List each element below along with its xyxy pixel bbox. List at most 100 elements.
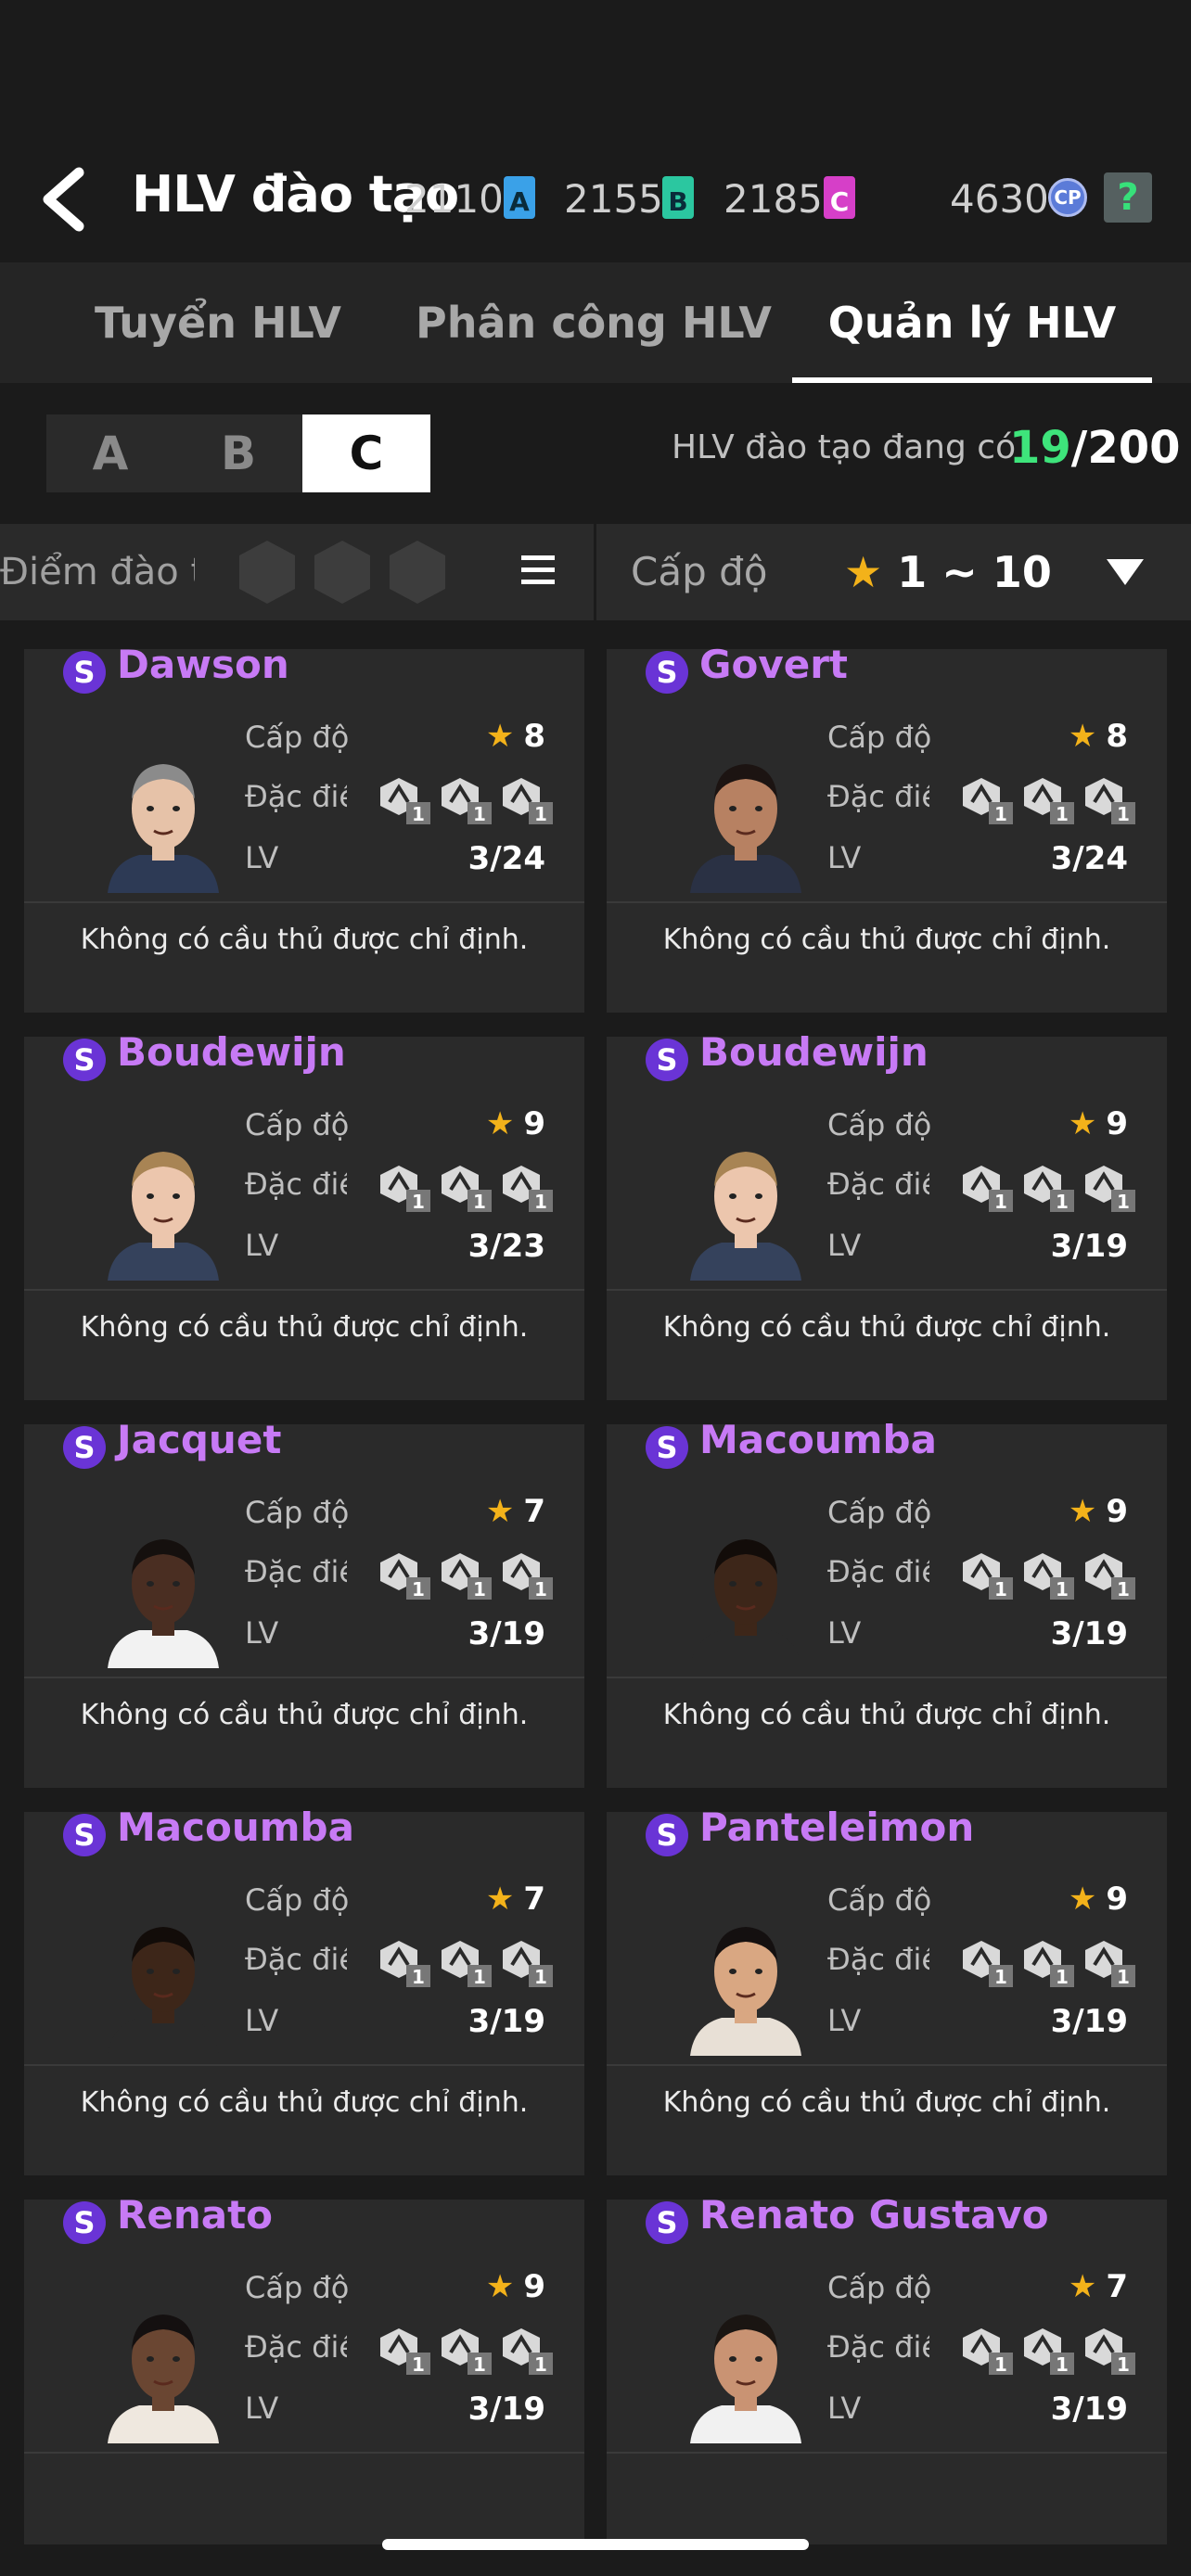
list-menu-icon[interactable]	[521, 555, 555, 587]
trait-count: 1	[1056, 803, 1069, 825]
star-icon: ★	[485, 1105, 515, 1142]
coach-level: ★ 9	[1069, 1493, 1128, 1530]
trait-filter-slots[interactable]	[237, 537, 469, 607]
cp-coin-icon: CP	[1048, 178, 1087, 217]
coach-portrait	[690, 1152, 801, 1281]
coach-portrait	[108, 764, 219, 893]
coach-name: Macoumba	[117, 1804, 354, 1850]
lv-label: LV	[245, 1228, 279, 1263]
tab-recruit-coach[interactable]: Tuyển HLV	[37, 262, 399, 383]
coach-level: ★ 9	[1069, 1105, 1128, 1142]
coach-level-value: 9	[1106, 1493, 1128, 1530]
star-icon: ★	[485, 2268, 515, 2305]
coach-lv-value: 3/24	[467, 840, 545, 877]
top-bar: HLV đào tạo 2110 A 2155 B 2185 C 4630 CP…	[0, 139, 1191, 255]
level-filter-label: Cấp độ	[631, 549, 768, 594]
coach-name: Dawson	[117, 642, 289, 687]
home-indicator	[382, 2539, 809, 2550]
level-label: Cấp độ	[245, 720, 350, 755]
coach-name: Macoumba	[699, 1417, 937, 1462]
coach-card[interactable]: S Panteleimon Cấp độ ★9 Đặc điểm 1 1 1 LV 3/19 Khô…	[607, 1804, 1167, 2175]
coach-card[interactable]: S Renato Cấp độ ★9 Đặc điểm 1 1 1 LV 3/19	[24, 2192, 584, 2544]
traits-label: Đặc điểm	[827, 1554, 929, 1589]
trait-count: 1	[994, 1578, 1007, 1600]
level-range-value[interactable]: ★ 1 ~ 10	[844, 524, 1052, 620]
coach-level-value: 9	[1106, 1105, 1128, 1142]
coach-card[interactable]: S Dawson Cấp độ ★8 Đặc điểm 1 1 1 LV 3/24 Không có…	[24, 642, 584, 1013]
grade-c-button[interactable]: C	[302, 414, 430, 492]
trait-count: 1	[1056, 1191, 1069, 1213]
level-label: Cấp độ	[827, 1882, 932, 1918]
assigned-player-note: Không có cầu thủ được chỉ định.	[80, 924, 529, 956]
coach-level: ★ 9	[486, 2268, 545, 2305]
coach-lv-value: 3/23	[467, 1228, 545, 1265]
traits-label: Đặc điểm	[827, 779, 929, 814]
card-divider	[607, 1677, 1167, 1678]
trait-count: 1	[412, 1578, 425, 1600]
grade-a-button[interactable]: A	[46, 414, 174, 492]
star-icon: ★	[1068, 1105, 1097, 1142]
lv-label: LV	[245, 840, 279, 875]
lv-label: LV	[245, 1615, 279, 1651]
trait-slot-icon	[390, 541, 445, 604]
coach-name: Jacquet	[117, 1417, 282, 1462]
star-icon: ★	[1068, 1493, 1097, 1530]
coach-card[interactable]: S Jacquet Cấp độ ★7 Đặc điểm 1 1 1 LV 3/19 Không c…	[24, 1417, 584, 1788]
back-arrow-icon[interactable]	[37, 167, 93, 232]
help-icon[interactable]: ?	[1104, 172, 1152, 223]
coach-card[interactable]: S Boudewijn Cấp độ ★9 Đặc điểm 1 1 1 LV 3/19 Không…	[607, 1029, 1167, 1400]
star-icon: ★	[844, 547, 883, 597]
owned-count: 19	[1009, 422, 1071, 474]
trait-count: 1	[473, 1966, 486, 1988]
coach-portrait	[108, 1152, 219, 1281]
tab-manage-coach[interactable]: Quản lý HLV	[792, 262, 1152, 383]
traits-label: Đặc điểm	[245, 779, 347, 814]
coach-level: ★ 9	[486, 1105, 545, 1142]
ticket-c-icon: C	[824, 176, 855, 219]
card-divider	[607, 901, 1167, 903]
level-label: Cấp độ	[245, 1495, 350, 1530]
lv-label: LV	[827, 840, 862, 875]
coach-lv-value: 3/19	[1050, 1615, 1128, 1652]
trait-count: 1	[534, 1578, 547, 1600]
coach-card[interactable]: S Boudewijn Cấp độ ★9 Đặc điểm 1 1 1 LV 3/23 Không…	[24, 1029, 584, 1400]
level-range-text: 1 ~ 10	[897, 547, 1052, 597]
coach-lv-value: 3/24	[1050, 840, 1128, 877]
lv-label: LV	[245, 2391, 279, 2426]
level-label: Cấp độ	[827, 2270, 932, 2305]
tab-assign-coach[interactable]: Phân công HLV	[408, 262, 779, 383]
card-divider	[24, 2452, 584, 2454]
trait-count: 1	[534, 2353, 547, 2376]
coach-card[interactable]: S Renato Gustavo Cấp độ ★7 Đặc điểm 1 1 1 LV 3/19	[607, 2192, 1167, 2544]
traits-label: Đặc điểm	[827, 1167, 929, 1202]
lv-label: LV	[827, 2391, 862, 2426]
grade-b-button[interactable]: B	[174, 414, 302, 492]
trait-slot-icon	[239, 541, 295, 604]
coach-level-value: 8	[523, 718, 545, 755]
assigned-player-note: Không có cầu thủ được chỉ định.	[80, 1311, 529, 1344]
level-label: Cấp độ	[245, 1882, 350, 1918]
grade-s-icon: S	[63, 1814, 106, 1856]
coach-level-value: 9	[1106, 1881, 1128, 1918]
star-icon: ★	[485, 1881, 515, 1918]
coach-card[interactable]: S Macoumba Cấp độ ★7 Đặc điểm 1 1 1 LV 3/19 Không …	[24, 1804, 584, 2175]
trait-count: 1	[473, 803, 486, 825]
trait-count: 1	[1117, 2353, 1130, 2376]
owned-total: /200	[1070, 422, 1181, 474]
trait-count: 1	[412, 803, 425, 825]
coach-portrait	[108, 1927, 219, 2056]
coach-portrait	[108, 1539, 219, 1668]
trait-count: 1	[994, 1191, 1007, 1213]
lv-label: LV	[827, 2003, 862, 2038]
coach-card[interactable]: S Govert Cấp độ ★8 Đặc điểm 1 1 1 LV 3/24 Không có…	[607, 642, 1167, 1013]
trait-filter-label[interactable]: Điểm đào tạo	[0, 524, 195, 620]
trait-count: 1	[412, 2353, 425, 2376]
currency-b-amount: 2155	[564, 176, 663, 222]
level-label: Cấp độ	[245, 2270, 350, 2305]
card-divider	[24, 2064, 584, 2066]
chevron-down-icon[interactable]	[1107, 559, 1144, 585]
coach-card[interactable]: S Macoumba Cấp độ ★9 Đặc điểm 1 1 1 LV 3/19 Không …	[607, 1417, 1167, 1788]
star-icon: ★	[485, 718, 515, 755]
level-label: Cấp độ	[827, 1107, 932, 1142]
ticket-a-icon: A	[504, 176, 535, 219]
